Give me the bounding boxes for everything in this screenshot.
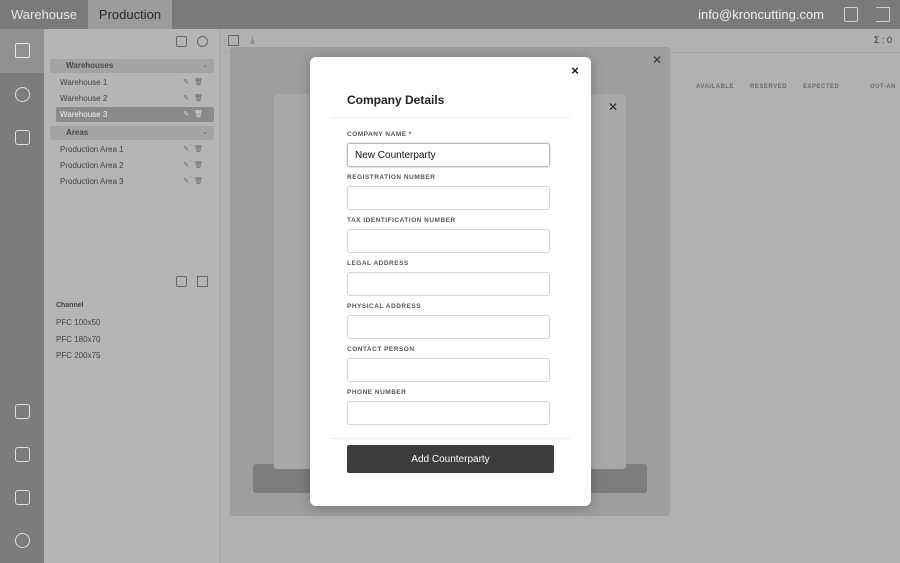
- row-actions[interactable]: ✎🗑: [183, 158, 208, 173]
- row-actions[interactable]: ✎🗑: [183, 142, 208, 157]
- chevron-down-icon[interactable]: ⌄: [202, 126, 208, 140]
- contact-person-label: CONTACT PERSON: [347, 346, 415, 353]
- column-available: AVAILABLE: [696, 84, 734, 90]
- column-reserved: RESERVED: [750, 84, 787, 90]
- side-navigation-rail: [0, 29, 44, 563]
- section-areas[interactable]: Areas ⌄: [50, 126, 214, 140]
- legal-address-label: LEGAL ADDRESS: [347, 260, 409, 267]
- logout-icon[interactable]: [876, 7, 890, 22]
- legal-address-input[interactable]: [347, 272, 550, 296]
- phone-number-label: PHONE NUMBER: [347, 389, 407, 396]
- tree-item-warehouse-1[interactable]: Warehouse 1 ✎🗑: [56, 75, 214, 90]
- company-name-input[interactable]: [347, 143, 550, 167]
- material-name: PFC 180x70: [56, 335, 101, 344]
- divider: [330, 438, 570, 439]
- section-areas-label: Areas: [66, 128, 89, 137]
- tax-id-label: TAX IDENTIFICATION NUMBER: [347, 217, 456, 224]
- row-actions[interactable]: ✎🗑: [183, 174, 208, 189]
- nav-factory-icon[interactable]: [15, 130, 30, 145]
- add-warehouse-icon[interactable]: [176, 36, 187, 47]
- add-area-icon[interactable]: [197, 36, 208, 47]
- user-email[interactable]: info@kroncutting.com: [698, 0, 824, 29]
- tab-warehouse[interactable]: Warehouse: [0, 0, 88, 29]
- cube-icon[interactable]: [228, 35, 239, 46]
- column-expected: EXPECTED: [803, 84, 840, 90]
- physical-address-label: PHYSICAL ADDRESS: [347, 303, 422, 310]
- close-icon[interactable]: ✕: [608, 100, 618, 114]
- row-actions[interactable]: ✎🗑: [183, 75, 208, 90]
- material-row[interactable]: PFC 180x70: [50, 332, 214, 348]
- tree-item-label: Production Area 2: [60, 161, 124, 170]
- nav-box-icon[interactable]: [15, 404, 30, 419]
- tree-item-label: Warehouse 3: [60, 110, 108, 119]
- add-counterparty-button[interactable]: Add Counterparty: [347, 445, 554, 473]
- nav-user-settings-icon[interactable]: [15, 533, 30, 548]
- phone-number-input[interactable]: [347, 401, 550, 425]
- materials-header-label: Channel: [56, 302, 84, 309]
- tree-item-area-1[interactable]: Production Area 1 ✎🗑: [56, 142, 214, 157]
- material-name: PFC 100x50: [56, 318, 101, 327]
- tree-item-label: Warehouse 2: [60, 94, 108, 103]
- tab-production[interactable]: Production: [88, 0, 172, 29]
- row-actions[interactable]: ✎🗑: [183, 107, 208, 122]
- materials-toolbar: [44, 273, 220, 293]
- registration-number-label: REGISTRATION NUMBER: [347, 174, 436, 181]
- top-navigation-bar: Warehouse Production info@kroncutting.co…: [0, 0, 900, 29]
- divider: [330, 117, 570, 118]
- tree-item-label: Warehouse 1: [60, 78, 108, 87]
- close-icon[interactable]: ✕: [652, 53, 662, 67]
- tree-item-area-3[interactable]: Production Area 3 ✎🗑: [56, 174, 214, 189]
- close-icon[interactable]: ×: [567, 63, 583, 79]
- tree-item-area-2[interactable]: Production Area 2 ✎🗑: [56, 158, 214, 173]
- warehouse-tree-panel: Warehouses ⌄ Warehouse 1 ✎🗑 Warehouse 2 …: [44, 29, 220, 563]
- registration-number-input[interactable]: [347, 186, 550, 210]
- tree-toolbar: [44, 29, 220, 53]
- tree-item-label: Production Area 3: [60, 177, 124, 186]
- section-warehouses-label: Warehouses: [66, 61, 114, 70]
- nav-book-icon[interactable]: [15, 447, 30, 462]
- layers-icon[interactable]: [176, 276, 187, 287]
- nav-contacts-icon[interactable]: [15, 490, 30, 505]
- contact-person-input[interactable]: [347, 358, 550, 382]
- download-icon[interactable]: ⤓: [250, 35, 254, 46]
- grid-icon[interactable]: [197, 276, 208, 287]
- tree-item-label: Production Area 1: [60, 145, 124, 154]
- nav-search-icon[interactable]: [15, 87, 30, 102]
- modal-title: Company Details: [347, 93, 445, 107]
- material-row[interactable]: PFC 100x50: [50, 315, 214, 331]
- company-name-label: COMPANY NAME *: [347, 131, 412, 138]
- tree-item-warehouse-3[interactable]: Warehouse 3 ✎🗑: [56, 107, 214, 122]
- physical-address-input[interactable]: [347, 315, 550, 339]
- company-details-modal: × Company Details COMPANY NAME * REGISTR…: [310, 57, 591, 506]
- section-warehouses[interactable]: Warehouses ⌄: [50, 59, 214, 73]
- chevron-down-icon[interactable]: ⌄: [202, 59, 208, 73]
- materials-header[interactable]: Channel: [50, 298, 214, 314]
- tax-id-input[interactable]: [347, 229, 550, 253]
- total-quantity: Σ : 0: [873, 35, 892, 45]
- row-actions[interactable]: ✎🗑: [183, 91, 208, 106]
- column-out-an: OUT-AN: [870, 84, 896, 90]
- material-row[interactable]: PFC 200x75: [50, 348, 214, 364]
- material-name: PFC 200x75: [56, 351, 101, 360]
- nav-warehouse-icon[interactable]: [0, 29, 44, 73]
- document-icon[interactable]: [844, 7, 858, 22]
- tree-item-warehouse-2[interactable]: Warehouse 2 ✎🗑: [56, 91, 214, 106]
